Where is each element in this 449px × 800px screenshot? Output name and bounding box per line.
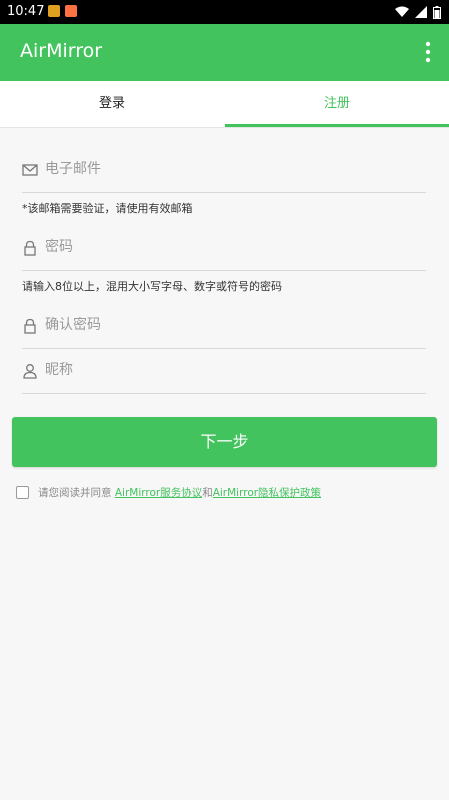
agreement-checkbox[interactable] bbox=[16, 486, 29, 499]
agreement-connector: 和 bbox=[202, 487, 213, 499]
agreement-text: 请您阅读并同意 AirMirror服务协议和AirMirror隐私保护政策 bbox=[38, 485, 321, 500]
tab-login[interactable]: 登录 bbox=[0, 81, 224, 127]
auth-tabs: 登录 注册 bbox=[0, 81, 449, 128]
email-field-container bbox=[22, 148, 426, 193]
active-tab-indicator bbox=[225, 124, 449, 127]
lock-icon bbox=[24, 240, 36, 256]
tab-register[interactable]: 注册 bbox=[225, 81, 449, 127]
terms-link[interactable]: AirMirror服务协议 bbox=[115, 487, 202, 499]
wifi-icon bbox=[395, 6, 409, 17]
email-input[interactable] bbox=[45, 154, 415, 184]
battery-icon bbox=[433, 5, 441, 19]
cellular-icon bbox=[415, 6, 427, 18]
more-vertical-icon[interactable] bbox=[425, 41, 431, 63]
mail-icon bbox=[22, 164, 38, 176]
agreement-row: 请您阅读并同意 AirMirror服务协议和AirMirror隐私保护政策 bbox=[16, 484, 436, 500]
password-input[interactable] bbox=[45, 232, 415, 262]
email-hint: *该邮箱需要验证，请使用有效邮箱 bbox=[22, 202, 193, 215]
privacy-link[interactable]: AirMirror隐私保护政策 bbox=[213, 487, 321, 499]
app-notification-icon bbox=[65, 5, 77, 17]
nickname-field-container bbox=[22, 349, 426, 394]
next-button[interactable]: 下一步 bbox=[12, 417, 437, 467]
status-time: 10:47 bbox=[7, 4, 45, 19]
app-bar: AirMirror bbox=[0, 24, 449, 81]
app-notification-icon bbox=[48, 5, 60, 17]
app-title: AirMirror bbox=[20, 40, 103, 62]
nickname-input[interactable] bbox=[45, 355, 415, 385]
status-bar: 10:47 bbox=[0, 0, 449, 24]
lock-icon bbox=[24, 318, 36, 334]
confirm-password-field-container bbox=[22, 304, 426, 349]
status-icons bbox=[395, 5, 441, 19]
user-icon bbox=[23, 364, 37, 379]
confirm-password-input[interactable] bbox=[45, 310, 415, 340]
agreement-prefix: 请您阅读并同意 bbox=[38, 487, 112, 499]
password-hint: 请输入8位以上，混用大小写字母、数字或符号的密码 bbox=[22, 280, 282, 293]
password-field-container bbox=[22, 226, 426, 271]
